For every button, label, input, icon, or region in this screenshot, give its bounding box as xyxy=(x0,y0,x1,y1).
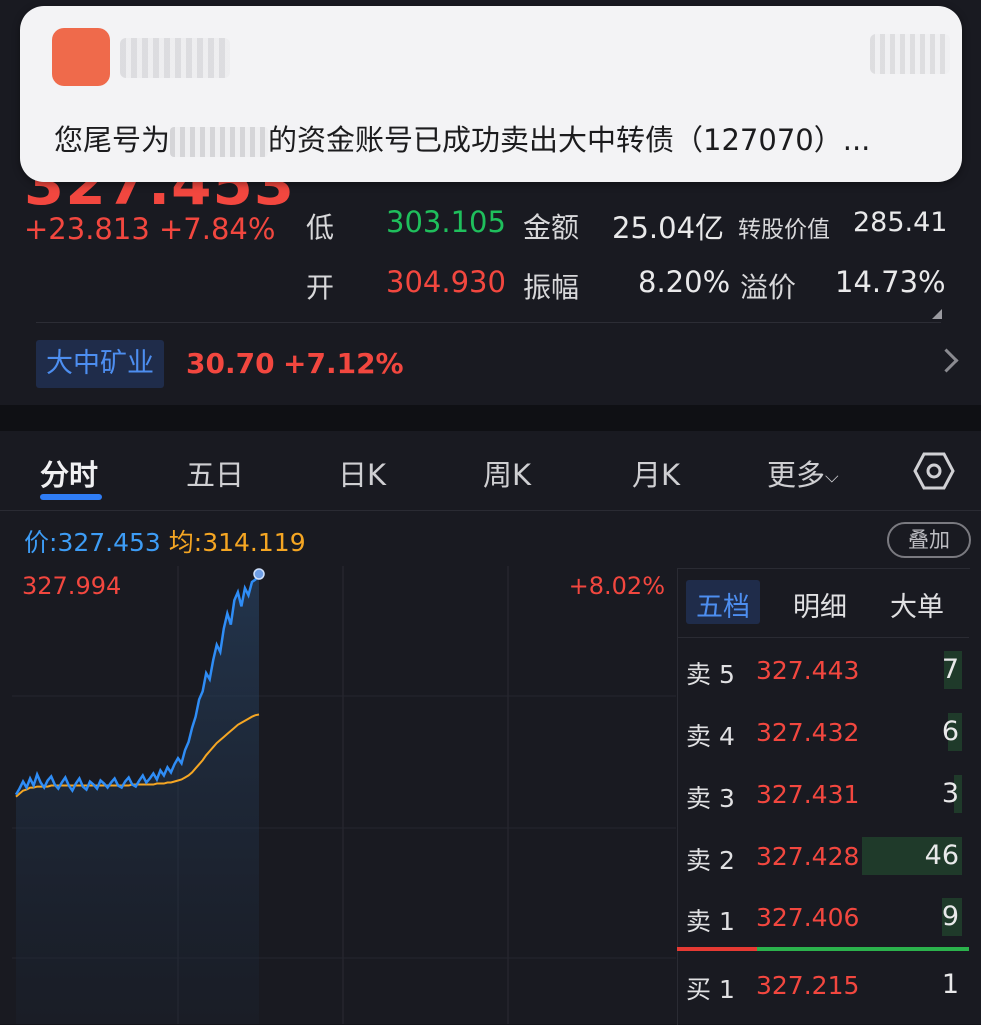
book-row-label: 卖 3 xyxy=(686,784,735,813)
premium-label: 溢价 xyxy=(740,271,797,304)
price-readout-label: 价: xyxy=(24,528,58,557)
amount-value: 25.04亿 xyxy=(612,211,725,245)
app-name-redacted xyxy=(120,38,230,78)
notification-text-end: 的资金账号已成功卖出大中转债（127070）... xyxy=(268,123,871,157)
active-tab-indicator xyxy=(40,494,102,500)
ask-side-split xyxy=(677,947,757,951)
book-row-price: 327.431 xyxy=(756,780,860,809)
change-percent: +7.84% xyxy=(159,212,276,246)
redacted-account xyxy=(170,127,269,157)
book-row-volume: 9 xyxy=(941,901,959,932)
notification-time-redacted xyxy=(870,34,950,74)
book-row-price: 327.428 xyxy=(756,842,860,871)
tab-week-k[interactable]: 周K xyxy=(483,452,531,494)
low-value: 303.105 xyxy=(386,205,506,239)
book-row-volume: 46 xyxy=(924,840,959,871)
book-tab-detail[interactable]: 明细 xyxy=(793,585,847,624)
chart-readout: 价:327.453 均:314.119 xyxy=(24,523,306,559)
change-value: +23.813 xyxy=(24,212,150,246)
book-row-volume: 3 xyxy=(941,778,959,809)
premium-value: 14.73% xyxy=(835,265,946,299)
low-label: 低 xyxy=(306,211,335,244)
divider xyxy=(677,637,969,638)
divider xyxy=(36,322,941,323)
tab-more[interactable]: 更多⌵ xyxy=(767,452,839,494)
conv-value-label: 转股价值 xyxy=(738,217,830,243)
price-change: +23.813 +7.84% xyxy=(24,212,275,246)
book-row-label: 卖 1 xyxy=(686,907,735,936)
book-row-volume: 7 xyxy=(941,654,959,685)
underlying-stock-change: +7.12% xyxy=(283,347,404,380)
book-tab-five-levels[interactable]: 五档 xyxy=(696,585,750,624)
underlying-stock-price: 30.70 xyxy=(186,347,275,380)
chevron-down-icon: ⌵ xyxy=(825,466,839,488)
chart-high-label: 327.994 xyxy=(22,572,121,600)
price-readout: 327.453 xyxy=(57,528,161,557)
intraday-chart[interactable]: 327.994 +8.02% xyxy=(12,566,676,1024)
overlay-button[interactable]: 叠加 xyxy=(887,522,971,558)
avg-readout-label: 均: xyxy=(168,528,203,557)
conv-value: 285.41 xyxy=(853,207,948,238)
notification-text: 您尾号为 的资金账号已成功卖出大中转债（127070）... xyxy=(54,117,870,159)
book-row-label: 买 1 xyxy=(686,975,735,1004)
book-row-price: 327.215 xyxy=(756,971,860,1000)
section-gap xyxy=(0,405,981,431)
settings-icon[interactable] xyxy=(913,450,955,492)
book-row-volume: 6 xyxy=(941,716,959,747)
notification-text-start: 您尾号为 xyxy=(54,123,171,157)
tab-day-k[interactable]: 日K xyxy=(338,452,386,494)
book-row-label: 卖 5 xyxy=(686,660,735,689)
book-row-price: 327.406 xyxy=(756,903,860,932)
book-row-volume: 1 xyxy=(941,969,959,1000)
expand-corner-icon[interactable] xyxy=(932,309,942,319)
tab-intraday[interactable]: 分时 xyxy=(40,452,98,494)
avg-readout: 314.119 xyxy=(202,528,306,557)
amplitude-value: 8.20% xyxy=(638,265,731,299)
tab-more-label: 更多 xyxy=(767,458,826,492)
open-label: 开 xyxy=(306,271,335,304)
chart-high-pct-label: +8.02% xyxy=(569,572,665,600)
book-row-price: 327.443 xyxy=(756,656,860,685)
book-tab-big-orders[interactable]: 大单 xyxy=(890,585,944,624)
amplitude-label: 振幅 xyxy=(523,271,580,304)
open-value: 304.930 xyxy=(386,265,506,299)
app-icon xyxy=(52,28,110,86)
book-row-price: 327.432 xyxy=(756,718,860,747)
book-row-label: 卖 2 xyxy=(686,846,735,875)
tab-five-day[interactable]: 五日 xyxy=(186,452,244,494)
amount-label: 金额 xyxy=(523,211,580,244)
tab-month-k[interactable]: 月K xyxy=(632,452,680,494)
bid-side-split xyxy=(757,947,969,951)
book-row-label: 卖 4 xyxy=(686,722,735,751)
underlying-stock-tag[interactable]: 大中矿业 xyxy=(36,340,164,388)
last-price-dot xyxy=(253,568,265,580)
